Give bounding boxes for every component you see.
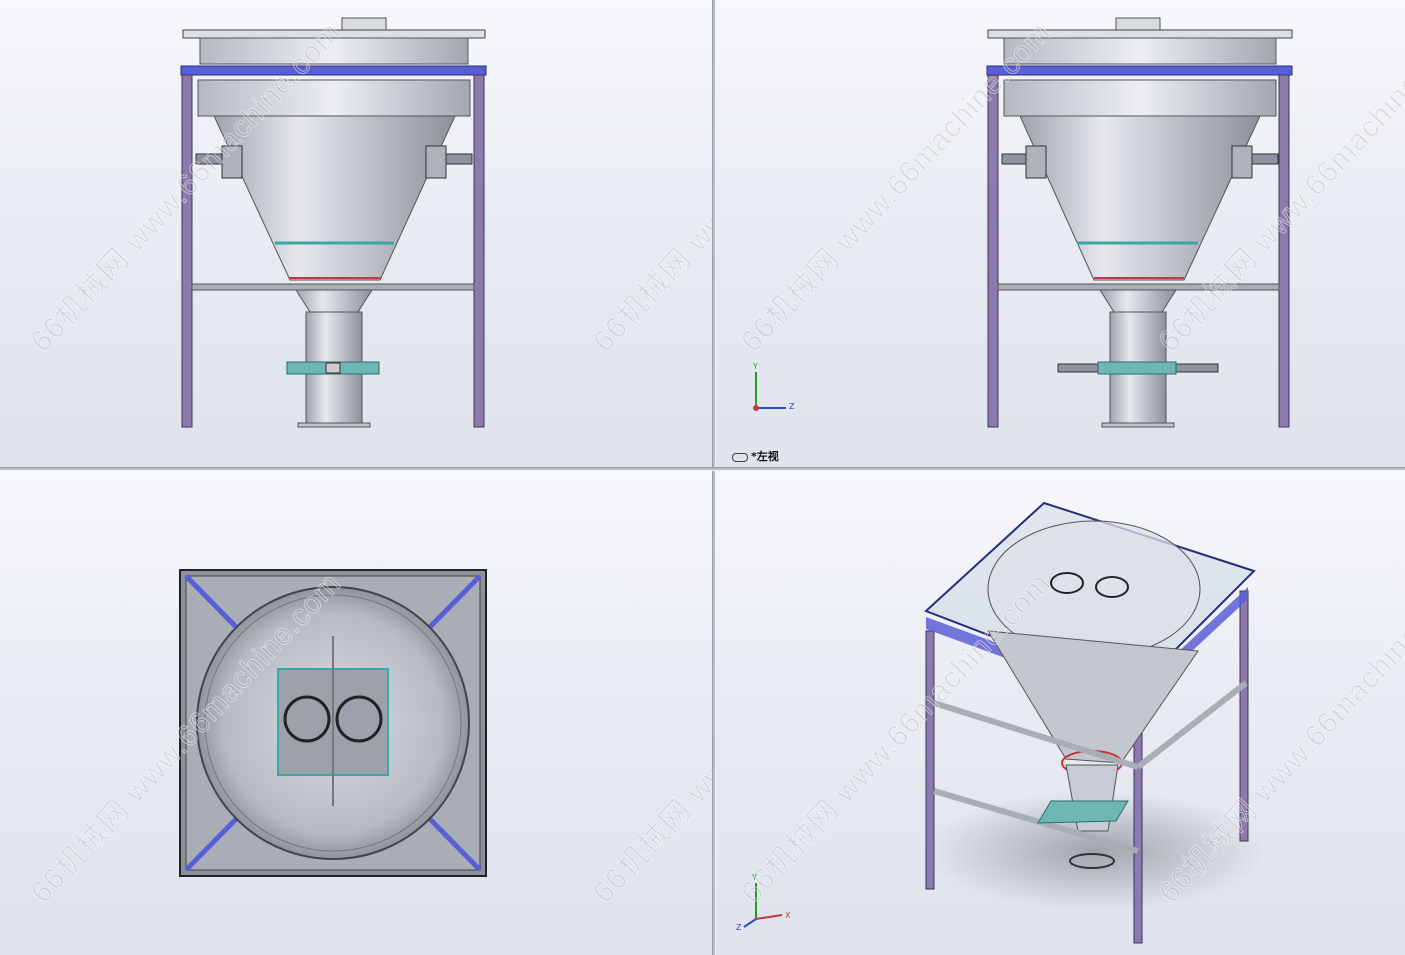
viewport-top[interactable]: 66机械网 www.66machine.com 66机械网 www.66mach… (0, 471, 712, 955)
triad-z-label: Z (789, 402, 795, 411)
viewport-left[interactable]: Y Z *左视 66机械网 www.66machine.com 66机械网 ww… (716, 0, 1405, 467)
viewport-front[interactable]: 66机械网 www.66machine.com 66机械网 www.66mach… (0, 0, 712, 467)
view-name-label: *左视 (732, 448, 779, 464)
viewport-isometric[interactable]: Y X Z 66机械网 www.66machine.com 66机械网 www.… (716, 471, 1405, 955)
triad-y-label: Y (752, 873, 757, 882)
horizontal-splitter[interactable] (0, 467, 1405, 471)
isometric-view-drawing (743, 501, 1266, 944)
top-view-drawing (179, 569, 487, 877)
viewport-grid: 66机械网 www.66machine.com 66机械网 www.66mach… (0, 0, 1405, 955)
view-name-text: *左视 (751, 450, 779, 463)
triad-y-label: Y (753, 362, 758, 371)
vertical-splitter[interactable] (712, 0, 716, 955)
triad-z-label: Z (736, 923, 742, 932)
triad-x-label: X (785, 911, 791, 920)
front-view-drawing (180, 17, 487, 428)
link-icon (732, 452, 748, 462)
left-view-drawing (753, 17, 1293, 428)
